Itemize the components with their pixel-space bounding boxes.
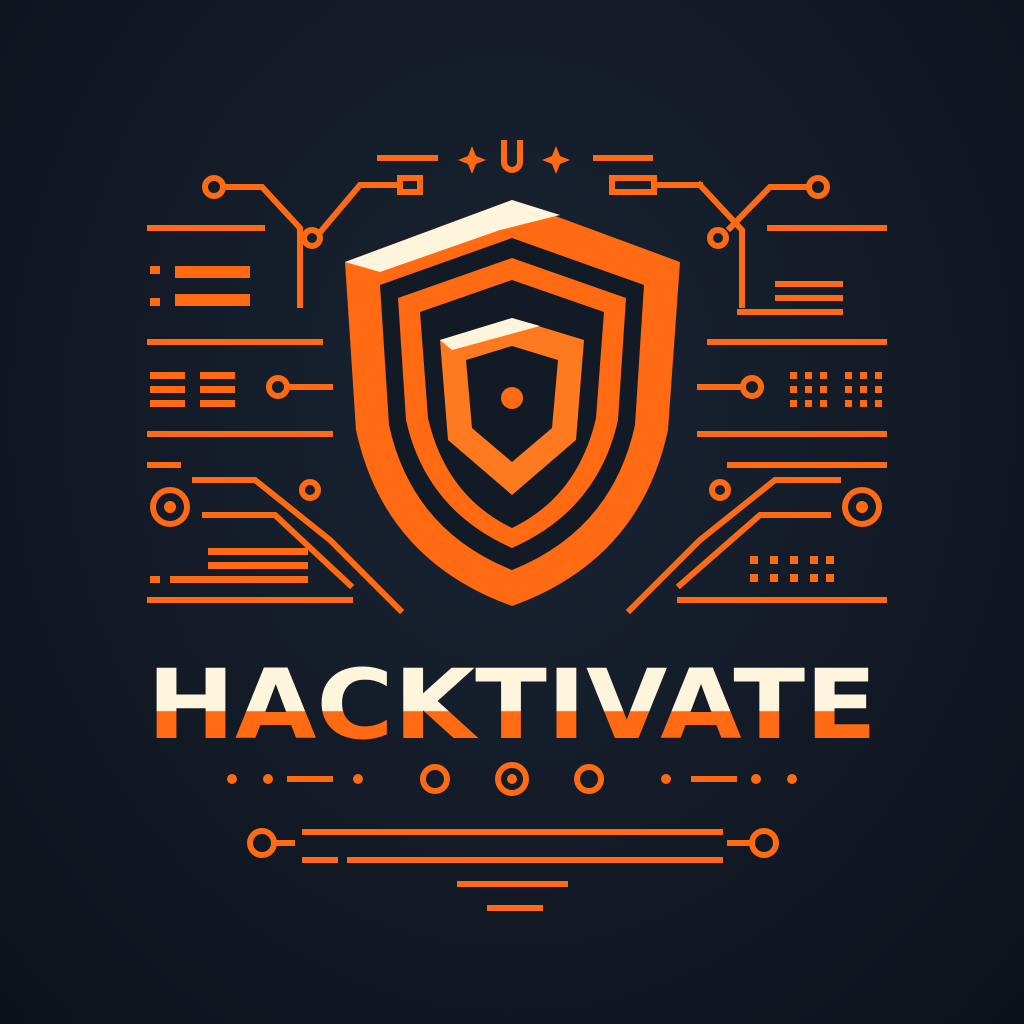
logo-artwork: HACKTIVATE (147, 140, 887, 911)
top-mark (377, 140, 653, 174)
shield-icon (345, 200, 680, 606)
logo: HACKTIVATE (0, 0, 1024, 1024)
wordmark: HACKTIVATE (147, 649, 877, 761)
sparkle-icon (542, 146, 570, 174)
sparkle-icon (458, 146, 486, 174)
circuit-bottom (227, 762, 797, 911)
u-glyph-icon (501, 140, 523, 173)
